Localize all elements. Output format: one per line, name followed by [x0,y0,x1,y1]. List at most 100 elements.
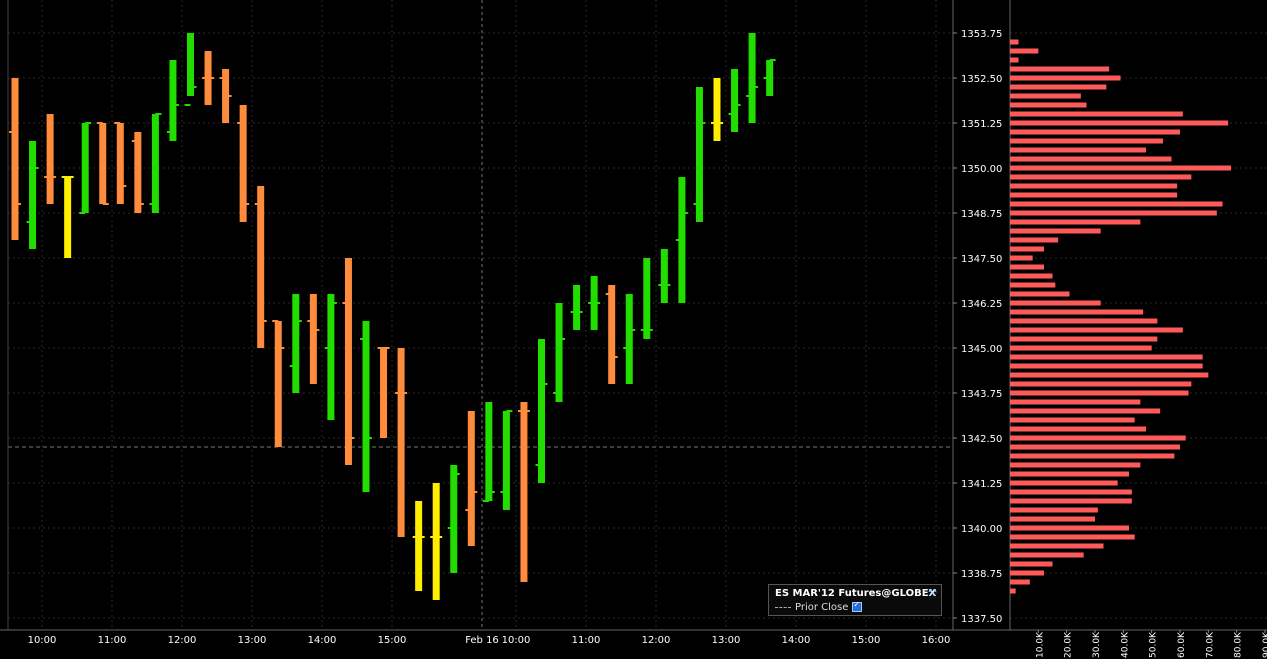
dashed-line-icon [775,606,791,608]
volume-profile-bar [1010,498,1132,504]
volume-profile-bar [1010,390,1189,396]
y-tick-label: 1353.75 [961,29,1002,40]
volume-profile-bar [1010,237,1059,243]
volume-profile-bar [1010,84,1107,90]
volume-profile-bar [1010,210,1217,216]
price-bar-range [485,402,493,501]
volume-profile-bar [1010,408,1161,414]
volume-profile-bar [1010,138,1163,144]
x-tick-label: 13:00 [238,635,267,646]
price-bar-range [151,114,159,213]
volume-profile-bar [1010,399,1141,405]
volume-profile-bar [1010,318,1158,324]
price-bar-range [695,87,703,222]
legend-instrument: ES MAR'12 Futures@GLOBEX [775,588,937,599]
volume-profile-bar [1010,219,1141,225]
volume-profile-bar [1010,129,1180,135]
price-bar-range [625,294,633,384]
profile-x-tick-label: 90.0K [1262,631,1267,658]
price-bar-range [362,321,370,492]
x-tick-label: 15:00 [852,635,881,646]
price-bar-range [81,123,89,213]
price-bar-range [11,78,19,240]
x-tick-label: 12:00 [642,635,671,646]
x-tick-label: 11:00 [98,635,127,646]
price-chart[interactable]: 1353.75 1352.50 1351.25 1350.00 1348.75 1347.… [0,0,1267,659]
volume-profile-bar [1010,111,1183,117]
volume-profile-bar [1010,507,1098,513]
y-tick-label: 1351.25 [961,119,1002,130]
y-tick-label: 1348.75 [961,209,1002,220]
price-bar-range [502,411,510,510]
profile-x-tick-label: 20.0K [1064,631,1074,658]
volume-profile-bar [1010,102,1087,108]
price-bar-range [99,123,107,204]
y-tick-label: 1341.25 [961,479,1002,490]
x-tick-label: 15:00 [378,635,407,646]
price-bar-range [46,114,54,204]
volume-profile-bar [1010,120,1229,126]
price-bar-range [432,483,440,600]
x-tick-label: 14:00 [782,635,811,646]
volume-profile-bar [1010,534,1135,540]
y-tick-label: 1347.50 [961,254,1002,265]
volume-profile-bar [1010,246,1044,252]
volume-profile-bar [1010,579,1030,585]
volume-profile-bar [1010,525,1129,531]
volume-profile-bar [1010,489,1132,495]
y-tick-label: 1337.50 [961,614,1002,625]
volume-profile-bar [1010,462,1141,468]
volume-profile-bar [1010,255,1033,261]
price-bar-range [555,303,563,402]
price-bar-range [643,258,651,339]
volume-profile-bar [1010,183,1178,189]
volume-profile-bar [1010,543,1104,549]
profile-x-tick-label: 50.0K [1149,631,1159,658]
volume-profile-bar [1010,156,1172,162]
y-tick-label: 1345.00 [961,344,1002,355]
x-tick-label: 13:00 [712,635,741,646]
price-bar-range [257,186,265,348]
price-bar-range [520,402,528,582]
price-bar-range [344,258,352,465]
y-tick-label: 1342.50 [961,434,1002,445]
volume-profile-bar [1010,192,1178,198]
profile-x-tick-label: 70.0K [1205,631,1215,658]
legend-series[interactable]: Prior Close [775,600,863,613]
volume-profile-bar [1010,174,1192,180]
volume-profile-bar [1010,345,1152,351]
volume-profile-bar [1010,39,1019,45]
volume-profile-bar [1010,75,1121,81]
volume-profile-bar [1010,588,1016,594]
volume-profile-bar [1010,48,1039,54]
price-bar-range [134,132,142,213]
volume-profile-bar [1010,426,1146,432]
x-tick-label: 10:00 [28,635,57,646]
volume-profile-bar [1010,228,1101,234]
y-tick-label: 1346.25 [961,299,1002,310]
volume-profile-bar [1010,336,1158,342]
volume-profile-bar [1010,471,1129,477]
visibility-checkbox[interactable] [852,600,863,612]
profile-x-tick-label: 40.0K [1120,631,1130,658]
volume-profile-bar [1010,372,1209,378]
chart-legend[interactable]: ES MAR'12 Futures@GLOBEX ⚒ Prior Close [768,584,942,616]
price-bar-range [380,348,388,438]
volume-profile-bar [1010,327,1183,333]
profile-x-tick-label: 60.0K [1177,631,1187,658]
volume-profile-bar [1010,480,1118,486]
y-tick-label: 1352.50 [961,74,1002,85]
x-tick-label: 16:00 [922,635,951,646]
y-tick-label: 1343.75 [961,389,1002,400]
price-bar-range [397,348,405,537]
volume-profile-bar [1010,444,1180,450]
price-bar-range [274,321,282,447]
profile-x-tick-label: 10.0K [1035,631,1045,658]
x-tick-label: 14:00 [308,635,337,646]
price-bar-range [309,294,317,384]
y-tick-label: 1338.75 [961,569,1002,580]
wrench-icon[interactable]: ⚒ [928,588,937,599]
price-bar-range [29,141,37,249]
profile-x-tick-label: 30.0K [1092,631,1102,658]
volume-profile-bar [1010,147,1146,153]
